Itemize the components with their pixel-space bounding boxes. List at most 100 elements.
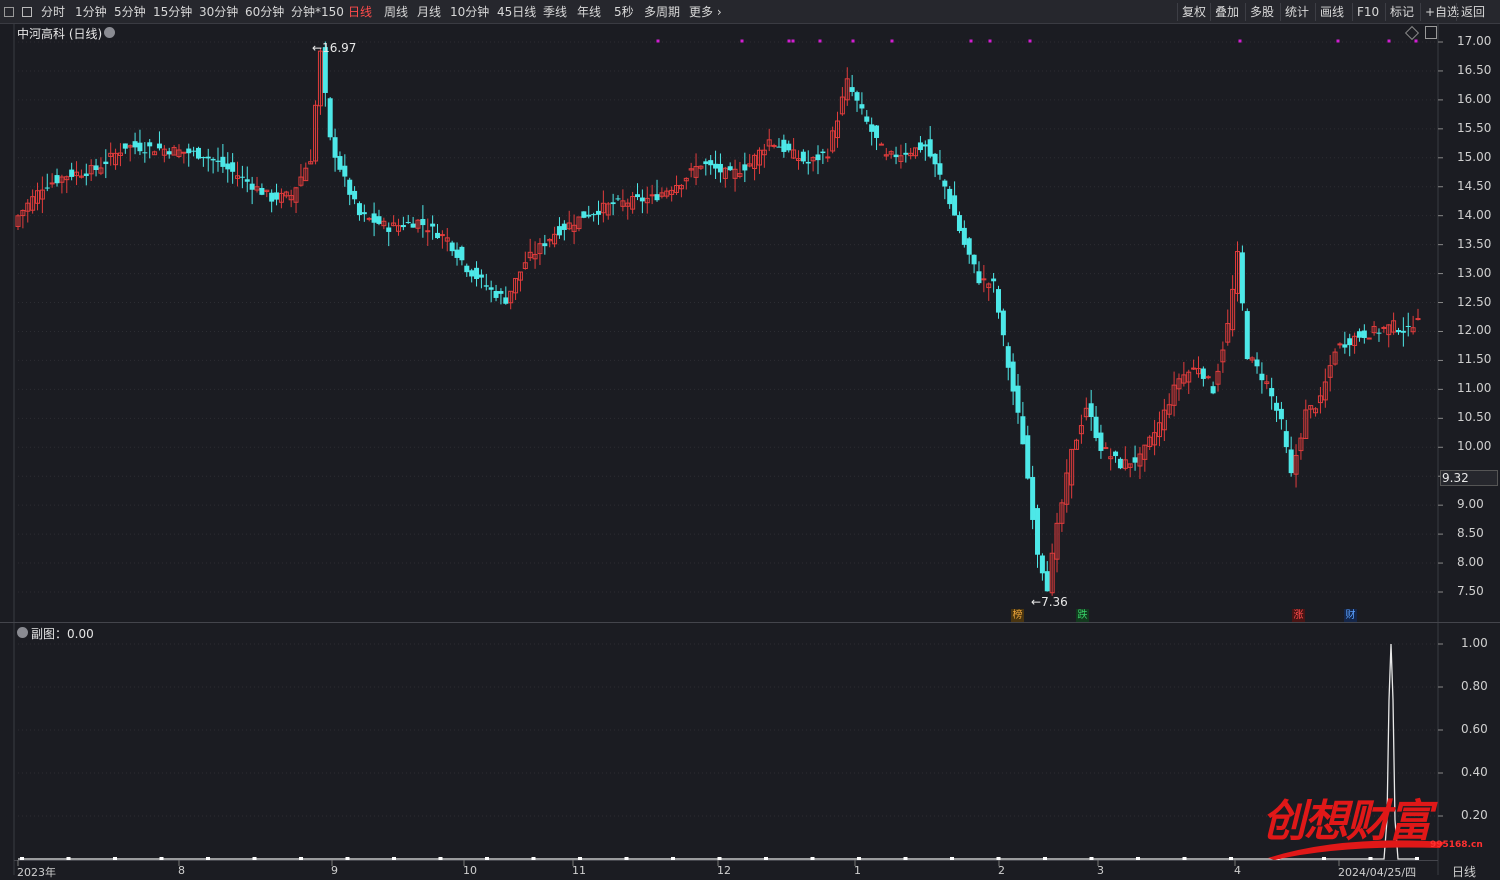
candle-body-down [542,243,548,247]
candle-body-down [347,179,353,195]
candle-body-down [703,161,709,165]
candle-body-down [654,194,660,201]
sub-chart-title: 副图：0.00 [31,627,94,641]
candle-body-down [400,225,406,228]
date-axis-label: 1 [854,864,861,877]
baseline-marker [531,857,536,860]
candle-body-down [200,157,206,159]
candle-body-down [210,158,216,161]
sub-chart-chevron-icon[interactable] [17,627,28,638]
candle-body-down [786,143,792,151]
candle-body-down [215,160,221,162]
sub-axis-label: 0.20 [1461,808,1488,822]
date-axis-label: 3 [1097,864,1104,877]
candle-body-down [83,173,89,177]
candle-body-down [591,214,597,216]
candle-body-down [717,163,723,173]
candle-body-down [859,104,865,109]
candle-body-down [147,142,153,147]
candle-body-down [932,153,938,165]
price-axis-label: 15.50 [1457,120,1492,135]
price-axis-label: 13.00 [1457,265,1492,280]
candle-body-down [483,285,489,287]
baseline-marker [438,857,443,860]
baseline-marker [1043,857,1047,860]
candle-body-down [1020,416,1026,445]
candle-body-down [259,187,265,195]
candle-body-down [800,151,806,162]
price-axis-label: 16.50 [1457,62,1492,77]
candle-body-down [1259,373,1265,381]
candle-body-up [1337,343,1343,346]
candle-body-down [952,195,958,216]
candle-body-down [849,87,855,92]
candle-body-down [1288,449,1294,474]
price-axis-label: 14.50 [1457,178,1492,193]
candle-body-down [1098,432,1104,451]
candle-body-up [1366,337,1372,340]
candle-body-up [1415,318,1421,321]
high-price-value: 16.97 [322,41,357,55]
signal-dot [969,39,973,43]
candle-body-down [239,176,245,178]
candle-body-down [874,125,880,138]
baseline-marker [1136,857,1140,860]
candle-body-down [1283,431,1289,448]
candle-body-down [991,278,997,282]
candle-body-up [49,182,55,185]
candle-body-down [956,215,962,232]
candle-body-down [1010,361,1016,392]
candle-body-down [805,161,811,164]
signal-dot [1336,39,1340,43]
sub-axis-label: 0.60 [1461,722,1488,736]
candle-body-up [1103,447,1109,450]
candle-body-down [469,270,475,277]
baseline-marker [299,857,303,860]
candle-body-down [893,154,899,158]
candle-body-down [142,152,148,154]
baseline-marker [717,857,722,860]
high-arrow-icon: ← [312,41,323,55]
candle-body-down [122,143,128,149]
event-marker[interactable]: 财 [1344,609,1357,622]
candle-body-down [1361,330,1367,338]
baseline-marker [764,857,768,860]
candle-body-down [1274,402,1280,411]
candle-body-down [1005,346,1011,368]
signal-dot [988,39,992,43]
low-price-label: ←7.36 [1031,595,1068,609]
candle-body-up [425,230,431,233]
candle-body-down [713,163,719,169]
price-axis-label: 15.00 [1457,149,1492,164]
candle-body-down [917,142,923,151]
candle-body-down [586,214,592,217]
candle-body-down [776,146,782,148]
candle-body-down [69,169,75,177]
candle-body-down [410,223,416,228]
candle-body-down [815,154,821,161]
candle-body-up [1205,376,1211,379]
candle-body-down [820,151,826,154]
candle-body-down [961,227,967,245]
candle-body-down [639,197,645,202]
candle-body-down [269,192,275,202]
candle-body-down [1044,571,1050,592]
candle-body-down [937,163,943,175]
candle-body-down [352,190,358,200]
candle-body-down [230,162,236,172]
candle-body-down [327,98,333,138]
event-marker[interactable]: 榜 [1011,609,1024,622]
candle-body-down [1000,310,1006,336]
event-marker[interactable]: 涨 [1292,609,1305,622]
sub-axis-label: 0.80 [1461,679,1488,693]
candle-body-down [927,139,933,157]
high-price-label: ←16.97 [312,41,356,55]
baseline-marker [810,857,815,860]
candle-body-down [869,124,875,132]
candle-body-down [137,142,143,152]
event-marker[interactable]: 跌 [1076,609,1089,622]
candle-body-down [1210,386,1216,394]
candle-body-down [1035,508,1041,555]
baseline-marker [113,857,117,860]
kline-chart[interactable] [0,0,1500,875]
